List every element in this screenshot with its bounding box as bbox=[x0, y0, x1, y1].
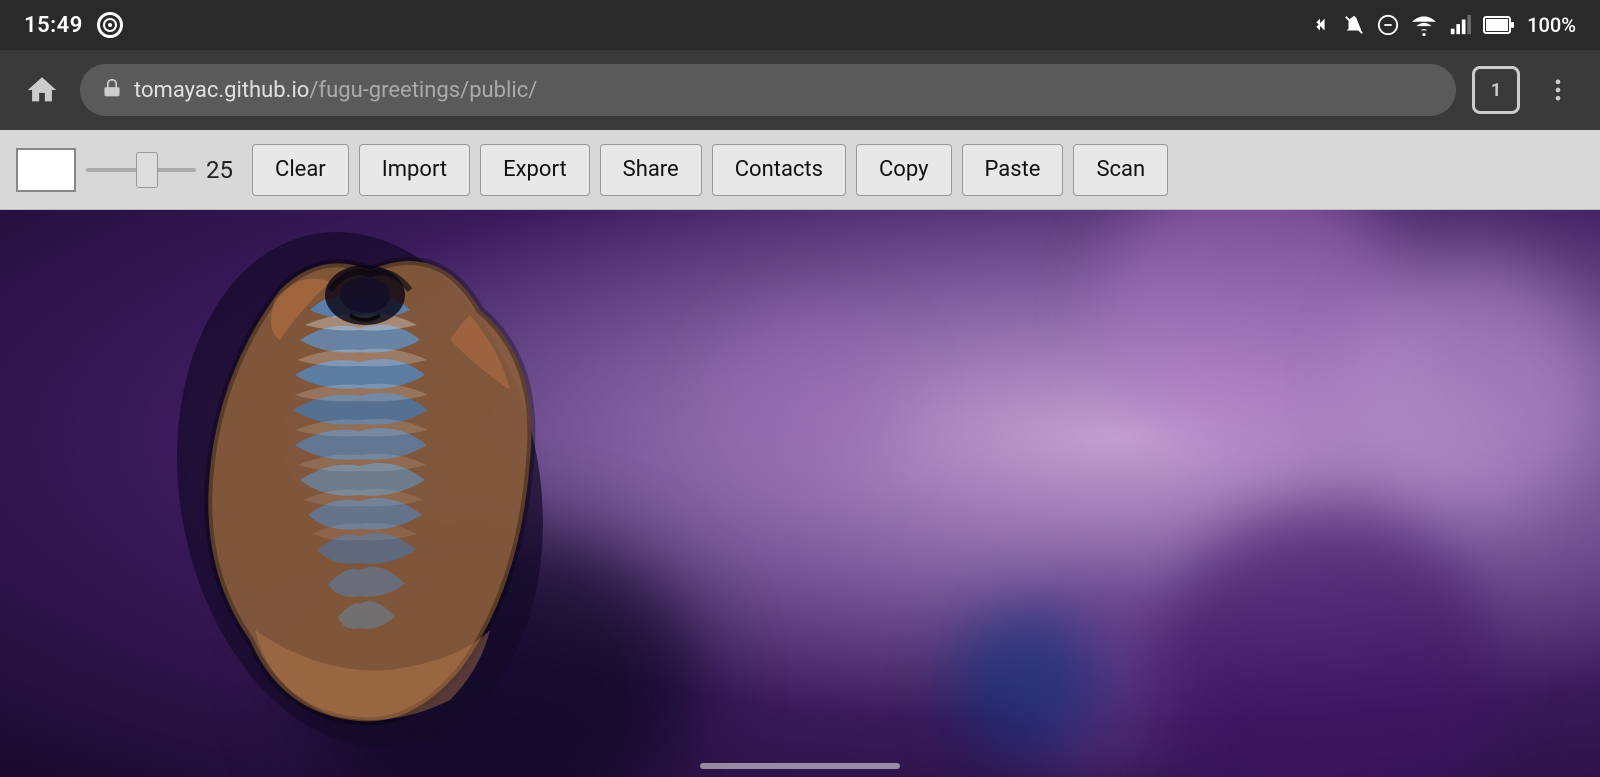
notifications-off-icon bbox=[1343, 14, 1365, 36]
status-bar: 15:49 bbox=[0, 0, 1600, 50]
bokeh-circle-6 bbox=[720, 310, 900, 490]
wifi-icon bbox=[1411, 14, 1437, 36]
slider-thumb bbox=[136, 152, 158, 188]
copy-button[interactable]: Copy bbox=[856, 144, 952, 196]
bluetooth-icon bbox=[1309, 14, 1331, 36]
scan-button[interactable]: Scan bbox=[1073, 144, 1168, 196]
home-indicator bbox=[700, 763, 900, 769]
home-button[interactable] bbox=[20, 68, 64, 112]
status-time: 15:49 bbox=[24, 13, 83, 38]
signal-icon bbox=[1449, 14, 1471, 36]
lock-icon bbox=[102, 78, 122, 103]
toolbar: 25 Clear Import Export Share Contacts Co… bbox=[0, 130, 1600, 210]
battery-icon bbox=[1483, 14, 1515, 36]
fish-scene bbox=[0, 210, 1600, 777]
battery-percentage: 100% bbox=[1527, 13, 1576, 37]
clear-button[interactable]: Clear bbox=[252, 144, 349, 196]
address-text: tomayac.github.io/fugu-greetings/public/ bbox=[134, 78, 537, 103]
media-session-icon bbox=[97, 12, 123, 38]
brush-size-slider[interactable] bbox=[86, 168, 196, 172]
tab-count-button[interactable]: 1 bbox=[1472, 66, 1520, 114]
main-content bbox=[0, 210, 1600, 777]
home-indicator-container bbox=[0, 763, 1600, 769]
slider-value: 25 bbox=[206, 156, 242, 184]
fish-svg bbox=[80, 210, 660, 777]
paste-button[interactable]: Paste bbox=[962, 144, 1064, 196]
bokeh-circle-5 bbox=[950, 607, 1100, 757]
dnd-icon bbox=[1377, 14, 1399, 36]
export-button[interactable]: Export bbox=[480, 144, 590, 196]
bokeh-circle-2 bbox=[1350, 260, 1600, 510]
import-button[interactable]: Import bbox=[359, 144, 470, 196]
address-pill[interactable]: tomayac.github.io/fugu-greetings/public/ bbox=[80, 64, 1456, 116]
more-options-button[interactable] bbox=[1536, 68, 1580, 112]
color-swatch[interactable] bbox=[16, 148, 76, 192]
slider-container: 25 bbox=[86, 156, 242, 184]
address-bar-row: tomayac.github.io/fugu-greetings/public/… bbox=[0, 50, 1600, 130]
contacts-button[interactable]: Contacts bbox=[712, 144, 846, 196]
fish-image bbox=[80, 210, 660, 777]
status-left: 15:49 bbox=[24, 12, 123, 38]
status-right: 100% bbox=[1309, 13, 1576, 37]
share-button[interactable]: Share bbox=[600, 144, 702, 196]
